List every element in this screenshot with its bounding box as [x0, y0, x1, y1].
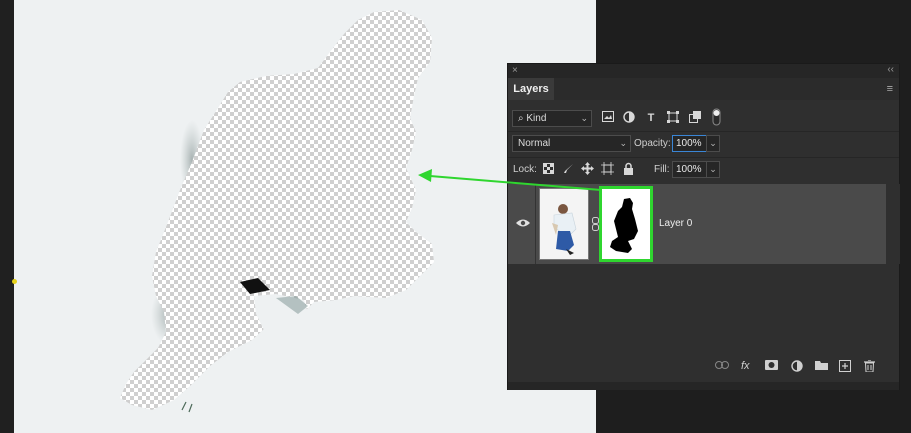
panel-tab-row: Layers ≡ — [508, 78, 899, 100]
layer-row[interactable]: Layer 0 — [508, 184, 886, 264]
blend-mode-value: Normal — [518, 138, 551, 149]
filter-kind-dropdown[interactable]: ⌕ Kind ⌄ — [512, 110, 592, 127]
add-mask-icon[interactable] — [765, 360, 778, 373]
workspace-left-edge — [0, 0, 14, 433]
divider — [535, 184, 536, 264]
chevron-down-icon: ⌄ — [619, 138, 627, 148]
blend-mode-dropdown[interactable]: Normal ⌄ — [512, 135, 631, 152]
lock-image-pixels-icon[interactable] — [561, 163, 575, 177]
type-filter-icon[interactable]: T — [644, 111, 658, 125]
new-layer-icon[interactable] — [839, 360, 851, 375]
layers-bottom-toolbar: fx — [508, 356, 899, 378]
opacity-input[interactable]: 100% — [672, 135, 707, 152]
lock-label: Lock: — [513, 164, 537, 175]
layers-scrollbar[interactable] — [887, 184, 900, 264]
lock-position-icon[interactable] — [580, 162, 594, 176]
fill-dropdown-button[interactable]: ⌄ — [706, 161, 720, 178]
opacity-label: Opacity: — [634, 138, 671, 149]
blend-row: Normal ⌄ Opacity: 100% ⌄ — [508, 132, 899, 156]
lock-all-icon[interactable] — [621, 162, 635, 176]
lock-transparent-pixels-icon[interactable] — [541, 163, 555, 177]
smart-object-filter-icon[interactable] — [688, 111, 702, 125]
opacity-dropdown-button[interactable]: ⌄ — [706, 135, 720, 152]
filter-toggle-icon[interactable] — [709, 108, 723, 126]
lock-row: Lock: Fill: 100% ⌄ — [508, 158, 899, 182]
link-layers-icon[interactable] — [715, 360, 729, 372]
layer-name[interactable]: Layer 0 — [659, 218, 692, 229]
shape-filter-icon[interactable] — [666, 111, 680, 125]
filter-kind-label: Kind — [526, 113, 547, 124]
new-group-folder-icon[interactable] — [815, 360, 828, 373]
fill-input[interactable]: 100% — [672, 161, 707, 178]
search-icon: ⌕ — [518, 113, 524, 124]
chevron-down-icon: ⌄ — [580, 113, 588, 123]
filter-row: ⌕ Kind ⌄ T — [508, 108, 899, 130]
new-fill-adjustment-icon[interactable] — [791, 360, 803, 375]
close-icon[interactable]: × — [512, 65, 518, 76]
panel-menu-icon[interactable]: ≡ — [887, 83, 893, 95]
layer-mask-thumbnail[interactable] — [599, 186, 653, 262]
mask-link-icon[interactable] — [592, 217, 599, 234]
panel-title-bar: × ‹‹ — [508, 64, 899, 78]
collapse-icon[interactable]: ‹‹ — [887, 64, 894, 75]
delete-layer-icon[interactable] — [864, 359, 875, 375]
layer-style-fx-icon[interactable]: fx — [741, 360, 750, 372]
visibility-eye-icon[interactable] — [516, 216, 530, 231]
lock-artboard-icon[interactable] — [600, 162, 614, 176]
image-filter-icon[interactable] — [601, 111, 615, 125]
layers-panel: × ‹‹ Layers ≡ ⌕ Kind ⌄ T Normal ⌄ Opacit… — [507, 63, 900, 390]
adjustment-filter-icon[interactable] — [622, 111, 636, 125]
panel-footer — [508, 382, 899, 390]
fill-label: Fill: — [654, 164, 670, 175]
tab-layers[interactable]: Layers — [508, 78, 554, 100]
layer-thumbnail[interactable] — [539, 188, 589, 260]
